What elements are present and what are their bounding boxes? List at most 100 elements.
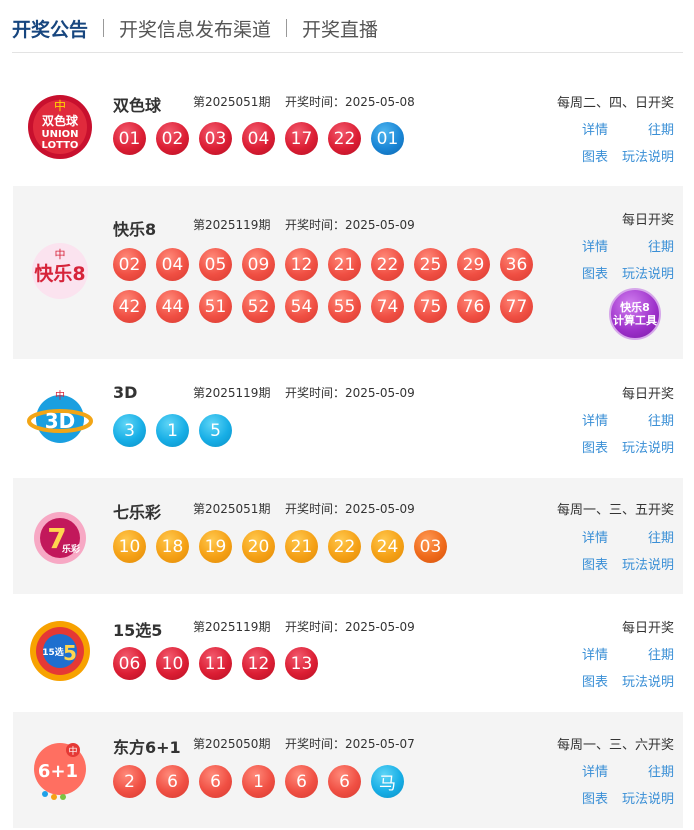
ball: 42 — [113, 290, 146, 323]
draw-time: 开奖时间：2025-05-07 — [285, 737, 415, 751]
past-link[interactable]: 往期 — [648, 644, 674, 663]
red-ball: 02 — [156, 122, 189, 155]
tab-divider — [286, 19, 288, 37]
rules-link[interactable]: 玩法说明 — [622, 788, 674, 807]
draw-schedule: 每周二、四、日开奖 — [556, 96, 674, 111]
lottery-card-df61: 中 6+1 东方6+1 第2025050期 开奖时间：2025-05-07 每周… — [13, 712, 683, 828]
ball: 21 — [328, 248, 361, 281]
ball: 2 — [113, 765, 146, 798]
red-ball: 04 — [242, 122, 275, 155]
tool-label: 计算工具 — [613, 314, 657, 327]
lottery-name: 快乐8 — [113, 220, 157, 239]
issue-number: 第2025050期 — [193, 737, 271, 751]
detail-link[interactable]: 详情 — [582, 644, 608, 663]
svg-text:双色球: 双色球 — [42, 113, 79, 128]
tool-label: 快乐8 — [620, 301, 650, 314]
ball: 19 — [199, 530, 232, 563]
ball: 6 — [328, 765, 361, 798]
ball-row: 01 02 03 04 17 22 01 — [113, 122, 404, 155]
chart-link[interactable]: 图表 — [582, 788, 608, 807]
issue-number: 第2025119期 — [193, 386, 271, 400]
ball: 6 — [156, 765, 189, 798]
ball: 44 — [156, 290, 189, 323]
chart-link[interactable]: 图表 — [582, 146, 608, 165]
svg-text:快乐8: 快乐8 — [34, 262, 85, 285]
ball: 04 — [156, 248, 189, 281]
ball: 02 — [113, 248, 146, 281]
ball: 29 — [457, 248, 490, 281]
ball-row: 3 1 5 — [113, 414, 232, 447]
ball: 76 — [457, 290, 490, 323]
ball: 20 — [242, 530, 275, 563]
ball: 10 — [156, 647, 189, 680]
rules-link[interactable]: 玩法说明 — [622, 437, 674, 456]
ball: 6 — [285, 765, 318, 798]
lottery-card-ssq: 中 双色球 UNION LOTTO 双色球 第2025051期 开奖时间：202… — [13, 70, 683, 176]
ball: 12 — [242, 647, 275, 680]
15x5-logo-icon[interactable]: 15选 5 — [27, 618, 93, 684]
chart-link[interactable]: 图表 — [582, 554, 608, 573]
rules-link[interactable]: 玩法说明 — [622, 671, 674, 690]
red-ball: 22 — [328, 122, 361, 155]
rules-link[interactable]: 玩法说明 — [622, 146, 674, 165]
df61-logo-icon[interactable]: 中 6+1 — [27, 736, 93, 802]
detail-link[interactable]: 详情 — [582, 761, 608, 780]
ball: 12 — [285, 248, 318, 281]
red-ball: 17 — [285, 122, 318, 155]
svg-text:中: 中 — [68, 745, 77, 757]
ball: 05 — [199, 248, 232, 281]
svg-text:3D: 3D — [45, 409, 76, 433]
chart-link[interactable]: 图表 — [582, 437, 608, 456]
ball: 06 — [113, 647, 146, 680]
special-ball: 03 — [414, 530, 447, 563]
ball-row: 2 6 6 1 6 6 马 — [113, 765, 404, 798]
past-link[interactable]: 往期 — [648, 410, 674, 429]
chart-link[interactable]: 图表 — [582, 671, 608, 690]
svg-text:中: 中 — [54, 98, 66, 113]
chart-link[interactable]: 图表 — [582, 263, 608, 282]
draw-time: 开奖时间：2025-05-09 — [285, 218, 415, 232]
draw-schedule: 每周一、三、五开奖 — [556, 503, 674, 518]
past-link[interactable]: 往期 — [648, 527, 674, 546]
tab-announcement[interactable]: 开奖公告 — [12, 15, 88, 42]
tab-live[interactable]: 开奖直播 — [302, 15, 378, 42]
ball: 18 — [156, 530, 189, 563]
lottery-name: 3D — [113, 383, 138, 402]
qlc-logo-icon[interactable]: 7 乐彩 — [27, 504, 93, 570]
ball: 22 — [328, 530, 361, 563]
detail-link[interactable]: 详情 — [582, 410, 608, 429]
red-ball: 03 — [199, 122, 232, 155]
past-link[interactable]: 往期 — [648, 761, 674, 780]
detail-link[interactable]: 详情 — [582, 236, 608, 255]
detail-link[interactable]: 详情 — [582, 119, 608, 138]
ssq-logo-icon[interactable]: 中 双色球 UNION LOTTO — [27, 94, 93, 160]
header-divider — [12, 52, 683, 53]
past-link[interactable]: 往期 — [648, 119, 674, 138]
ball: 3 — [113, 414, 146, 447]
ball: 6 — [199, 765, 232, 798]
ball: 77 — [500, 290, 533, 323]
ball: 1 — [242, 765, 275, 798]
svg-text:UNION: UNION — [41, 129, 78, 140]
detail-link[interactable]: 详情 — [582, 527, 608, 546]
tab-channels[interactable]: 开奖信息发布渠道 — [119, 15, 271, 42]
tab-divider — [103, 19, 105, 37]
3d-logo-icon[interactable]: 中 3D — [27, 385, 93, 451]
lottery-card-qlc: 7 乐彩 七乐彩 第2025051期 开奖时间：2025-05-09 每周一、三… — [13, 478, 683, 594]
draw-time: 开奖时间：2025-05-09 — [285, 386, 415, 400]
ball-row: 10 18 19 20 21 22 24 03 — [113, 530, 447, 563]
rules-link[interactable]: 玩法说明 — [622, 554, 674, 573]
kl8-logo-icon[interactable]: 中 快乐8 — [27, 238, 93, 304]
kl8-calculator-button[interactable]: 快乐8 计算工具 — [609, 288, 661, 340]
ball: 09 — [242, 248, 275, 281]
rules-link[interactable]: 玩法说明 — [622, 263, 674, 282]
lottery-name: 东方6+1 — [113, 738, 181, 757]
lottery-card-kl8: 中 快乐8 快乐8 第2025119期 开奖时间：2025-05-09 每日开奖… — [13, 186, 683, 359]
ball: 55 — [328, 290, 361, 323]
ball-row: 02 04 05 09 12 21 22 25 29 36 — [113, 248, 533, 281]
draw-time: 开奖时间：2025-05-08 — [285, 95, 415, 109]
ball-row: 06 10 11 12 13 — [113, 647, 318, 680]
issue-number: 第2025119期 — [193, 218, 271, 232]
svg-text:6+1: 6+1 — [38, 761, 78, 782]
past-link[interactable]: 往期 — [648, 236, 674, 255]
